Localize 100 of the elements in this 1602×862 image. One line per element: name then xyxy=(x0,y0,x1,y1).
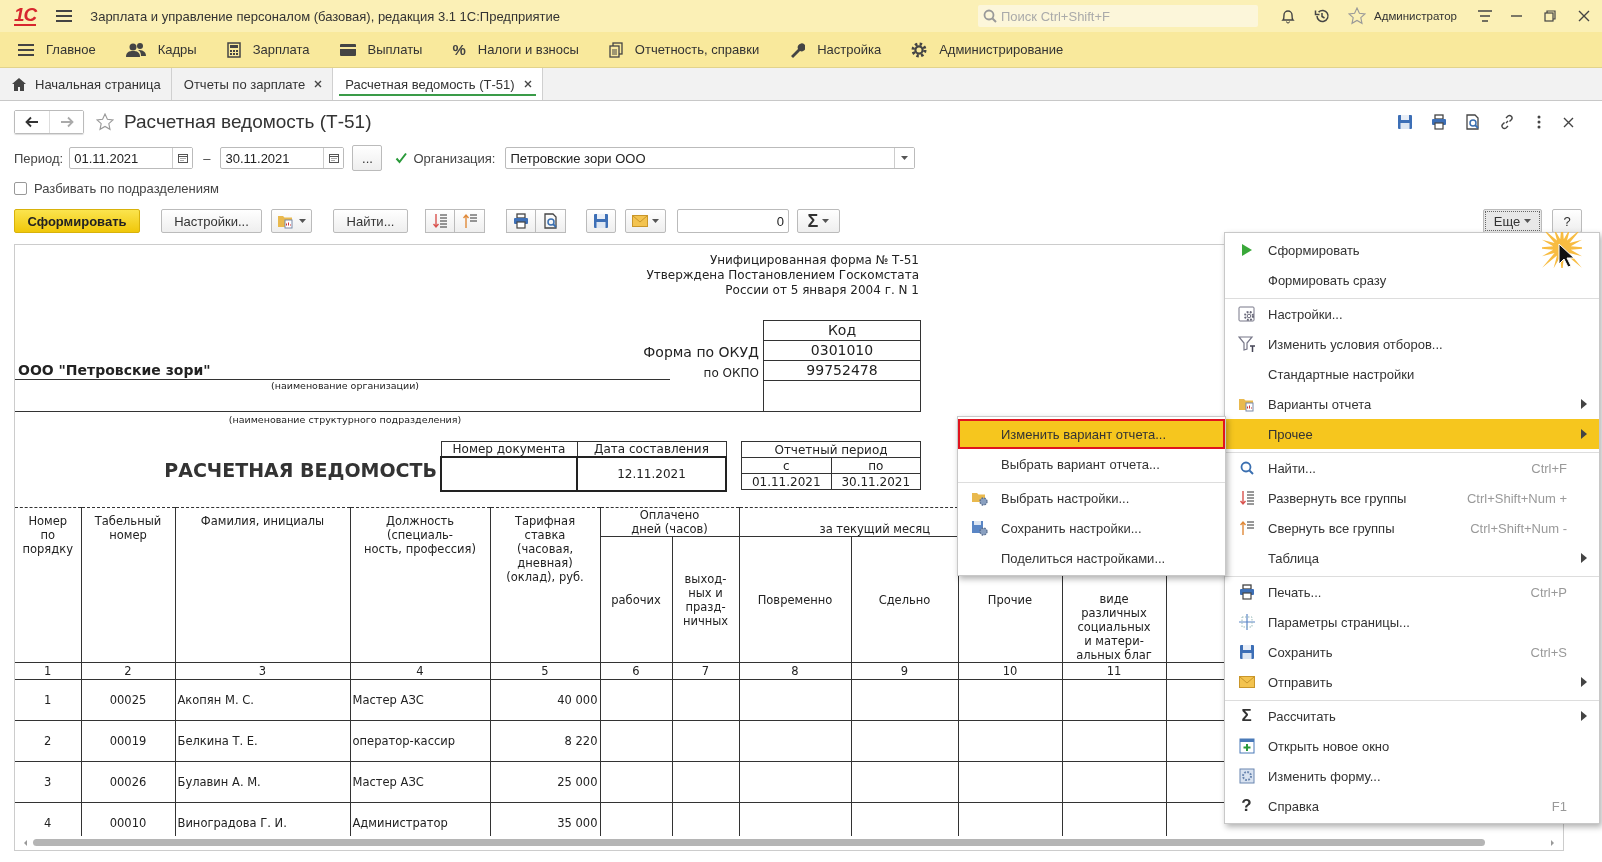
tab[interactable]: Начальная страница xyxy=(0,68,172,100)
preview-button[interactable] xyxy=(536,209,566,233)
date-field[interactable]: 30.11.2021 xyxy=(220,147,345,169)
form-note-line: Утверждена Постановлением Госкомстата xyxy=(646,268,919,283)
column-header: Табельный номер xyxy=(81,507,175,663)
dropdown-button[interactable] xyxy=(894,148,915,168)
minimize-icon xyxy=(1511,15,1522,17)
form-note-line: России от 5 января 2004 г. N 1 xyxy=(725,283,919,298)
report-variants-button[interactable] xyxy=(271,209,312,233)
table-cell: 8 220 xyxy=(490,720,600,762)
section-item[interactable]: Зарплата xyxy=(226,41,310,58)
expand-groups-button[interactable] xyxy=(425,209,455,233)
search-icon xyxy=(983,9,997,23)
column-header: Дата составления xyxy=(577,441,726,457)
calendar-icon xyxy=(328,153,339,163)
menu-item[interactable]: Изменить условия отборов... xyxy=(1225,329,1599,359)
menu-item[interactable]: Параметры страницы... xyxy=(1225,607,1599,637)
menu-item[interactable]: Свернуть все группы Ctrl+Shift+Num - xyxy=(1225,513,1599,543)
menu-item[interactable]: Печать... Ctrl+P xyxy=(1225,576,1599,607)
table-cell: Мастер АЗС xyxy=(350,679,490,721)
logo: 1С xyxy=(14,6,37,26)
amount-field[interactable]: 0 xyxy=(677,209,789,233)
collapse-groups-button[interactable] xyxy=(455,209,485,233)
favorite-star[interactable] xyxy=(96,113,114,131)
menu-item[interactable]: Изменить вариант отчета... xyxy=(958,419,1225,449)
send-button[interactable] xyxy=(625,209,666,233)
calendar-button[interactable] xyxy=(323,148,344,168)
menu-item[interactable]: Отправить xyxy=(1225,667,1599,697)
sort-collapse-icon xyxy=(1239,520,1254,536)
help-button[interactable]: ? xyxy=(1552,209,1582,233)
sum-button[interactable]: Σ xyxy=(797,209,840,233)
filter-icon xyxy=(1237,335,1256,353)
calendar-button[interactable] xyxy=(172,148,193,168)
organization-field[interactable]: Петровские зори ООО xyxy=(505,147,916,169)
envelope-icon xyxy=(1238,676,1255,688)
menu-item[interactable]: Таблица xyxy=(1225,543,1599,573)
menu-item[interactable]: Формировать сразу xyxy=(1225,265,1599,295)
menu-item[interactable]: Развернуть все группы Ctrl+Shift+Num + xyxy=(1225,483,1599,513)
save-icon[interactable] xyxy=(1397,114,1413,130)
submenu-arrow-icon xyxy=(1581,677,1587,687)
okpo-code: 99752478 xyxy=(763,360,921,380)
section-item[interactable]: Отчетность, справки xyxy=(608,41,760,58)
date-field[interactable]: 01.11.2021 xyxy=(69,147,194,169)
menu-item[interactable]: Варианты отчета xyxy=(1225,389,1599,419)
section-item[interactable]: Настройка xyxy=(789,41,882,58)
find-button[interactable]: Найти... xyxy=(333,209,408,233)
menu-item[interactable]: Сохранить Ctrl+S xyxy=(1225,637,1599,667)
form-note-line: Унифицированная форма № Т-51 xyxy=(709,253,919,268)
caption: (наименование структурного подразделения) xyxy=(228,414,462,425)
menu-item[interactable]: Сформировать xyxy=(1225,235,1599,265)
column-header: Тарифная ставка (часовая, дневная) (оклад), руб. xyxy=(490,507,600,663)
preview-icon[interactable] xyxy=(1465,114,1481,130)
checkbox[interactable] xyxy=(14,181,27,195)
period-button[interactable]: ... xyxy=(352,145,383,171)
printer-icon[interactable] xyxy=(1431,114,1447,130)
form-settings-icon xyxy=(1238,768,1255,784)
menu-item[interactable]: Выбрать настройки... xyxy=(958,482,1225,513)
menu-item[interactable]: Выбрать вариант отчета... xyxy=(958,449,1225,479)
tab[interactable]: Расчетная ведомость (Т-51) xyxy=(333,68,543,100)
column-header: Повременно xyxy=(739,536,851,663)
more-button[interactable]: Еще xyxy=(1483,209,1542,233)
menu-item[interactable]: Открыть новое окно xyxy=(1225,731,1599,761)
table-cell: 00025 xyxy=(81,679,175,721)
submenu-arrow-icon xyxy=(1581,399,1587,409)
organization-label: Организация: xyxy=(413,150,496,166)
settings-button[interactable]: Настройки... xyxy=(161,209,262,233)
generate-button[interactable]: Сформировать xyxy=(14,209,140,233)
section-item[interactable]: Администрирование xyxy=(911,41,1064,58)
period-label: Период: xyxy=(14,150,64,166)
menu-item[interactable]: Σ Рассчитать xyxy=(1225,700,1599,731)
menu-icon[interactable] xyxy=(56,9,73,23)
column-header: Отчетный период xyxy=(741,441,921,458)
column-number: 2 xyxy=(81,662,175,680)
table-cell: 00026 xyxy=(81,761,175,803)
user-name[interactable]: Администратор xyxy=(1374,10,1457,22)
glyph-icon: Σ xyxy=(1241,708,1252,724)
menu-item[interactable]: ? Справка F1 xyxy=(1225,791,1599,821)
section-item[interactable]: Выплаты xyxy=(339,42,423,57)
menu-item[interactable]: Настройки... xyxy=(1225,298,1599,329)
column-number: 3 xyxy=(175,662,350,680)
menu-item[interactable]: Изменить форму... xyxy=(1225,761,1599,791)
print-button[interactable] xyxy=(506,209,536,233)
sort-expand-icon xyxy=(433,213,447,229)
home-icon xyxy=(12,77,26,91)
column-number: 7 xyxy=(672,662,739,680)
save-button[interactable] xyxy=(586,209,616,233)
form-title: Расчетная ведомость (Т-51) xyxy=(124,111,372,133)
organization-name: ООО "Петровские зори" xyxy=(15,362,670,380)
back-button[interactable] xyxy=(15,111,49,133)
menu-item[interactable]: Стандартные настройки xyxy=(1225,359,1599,389)
submenu-arrow-icon xyxy=(1581,429,1587,439)
section-item[interactable]: Кадры xyxy=(125,41,197,58)
bell-icon xyxy=(1280,8,1296,24)
submenu-arrow-icon xyxy=(1581,553,1587,563)
table-cell: 40 000 xyxy=(490,679,600,721)
menu-item[interactable]: Прочее xyxy=(1225,419,1599,449)
section-item[interactable]: Главное xyxy=(18,42,96,57)
okud-code: 0301010 xyxy=(763,340,921,360)
section-item[interactable]: % Налоги и взносы xyxy=(452,41,579,58)
caret-icon xyxy=(1524,219,1532,223)
